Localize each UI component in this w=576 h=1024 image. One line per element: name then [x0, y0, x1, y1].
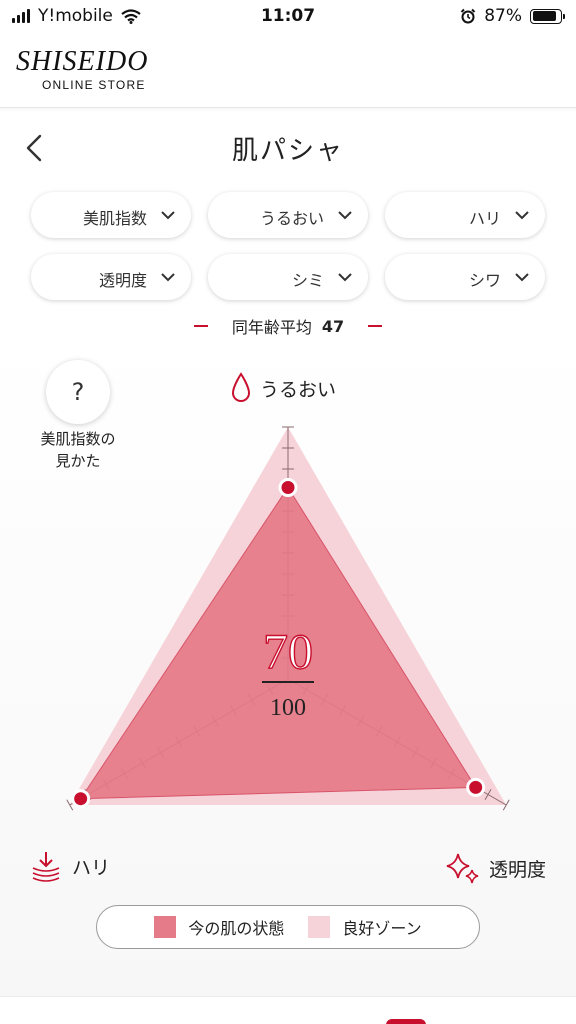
filter-pill-shiwa[interactable]: シワ [385, 254, 545, 300]
score-max: 100 [270, 695, 306, 721]
average-row: 同年齢平均 47 [0, 314, 576, 338]
firmness-arrow-icon [32, 852, 60, 882]
filter-pill-toumeido[interactable]: 透明度 [31, 254, 191, 300]
chevron-down-icon [338, 211, 352, 220]
bottom-bar [0, 996, 576, 1024]
radar-chart: 70 100 [66, 426, 510, 811]
filter-pill-shimi[interactable]: シミ [208, 254, 368, 300]
help-symbol: ? [71, 378, 85, 406]
avg-dash-right [368, 325, 383, 327]
logo-main: SHISEIDO [16, 46, 149, 77]
help-label-line1: 美肌指数の [40, 430, 116, 448]
filter-label: うるおい [259, 209, 324, 228]
avg-dash-left [193, 325, 208, 327]
axis-right-text: 透明度 [488, 858, 546, 881]
status-bar: Y!mobile 11:07 87% [0, 0, 576, 34]
axis-left-text: ハリ [72, 856, 111, 879]
sparkle-icon [446, 853, 479, 884]
legend-swatch-current [154, 916, 177, 938]
filter-label: 透明度 [98, 271, 147, 290]
filter-pill-hari[interactable]: ハリ [385, 192, 545, 238]
filter-label: 美肌指数 [82, 209, 147, 228]
axis-label-right: 透明度 [445, 850, 546, 886]
bottom-brand-mark [386, 1019, 426, 1024]
alarm-icon [460, 8, 476, 24]
chevron-down-icon [338, 273, 352, 282]
legend-good: 良好ゾーン [308, 915, 422, 939]
help-label-line2: 見かた [55, 452, 101, 470]
help-label[interactable]: 美肌指数の 見かた [22, 428, 134, 472]
axis-top-text: うるおい [260, 378, 337, 401]
store-header: SHISEIDO ONLINE STORE [0, 34, 576, 108]
axis-label-top: うるおい [230, 372, 336, 404]
battery-percent: 87% [484, 6, 522, 26]
legend-swatch-good [308, 916, 331, 938]
help-button[interactable]: ? [46, 360, 110, 424]
filter-pill-uruoi[interactable]: うるおい [208, 192, 368, 238]
average-value: 47 [321, 316, 345, 336]
radar-data-point [466, 777, 486, 797]
page-title: 肌パシャ [231, 136, 344, 166]
radar-data-point [71, 789, 91, 809]
water-drop-icon [231, 372, 251, 402]
logo-sub: ONLINE STORE [42, 78, 146, 92]
chart-area: 70 100 ? 美肌指数の 見かた うるおい ハリ 透明度 今の肌の状態 良好… [0, 340, 576, 996]
filter-label: ハリ [468, 209, 501, 228]
radar-data-point [278, 477, 298, 497]
filter-label: シワ [468, 271, 501, 290]
status-right: 87% [460, 6, 565, 26]
legend-current: 今の肌の状態 [154, 915, 284, 939]
battery-fill [532, 11, 556, 21]
legend-current-label: 今の肌の状態 [188, 919, 285, 938]
chevron-down-icon [161, 273, 175, 282]
chevron-down-icon [515, 273, 529, 282]
shiseido-logo[interactable]: SHISEIDO ONLINE STORE [16, 46, 176, 93]
average-label: 同年齢平均 [231, 318, 312, 337]
legend-good-label: 良好ゾーン [342, 919, 422, 938]
score-value: 70 [263, 623, 313, 679]
filter-label: シミ [291, 271, 324, 290]
battery-icon [530, 8, 565, 24]
chart-legend: 今の肌の状態 良好ゾーン [96, 905, 480, 949]
chevron-down-icon [515, 211, 529, 220]
filter-pill-bihada[interactable]: 美肌指数 [31, 192, 191, 238]
title-row: 肌パシャ [0, 118, 576, 178]
axis-label-left: ハリ [30, 850, 110, 882]
chevron-down-icon [161, 211, 175, 220]
